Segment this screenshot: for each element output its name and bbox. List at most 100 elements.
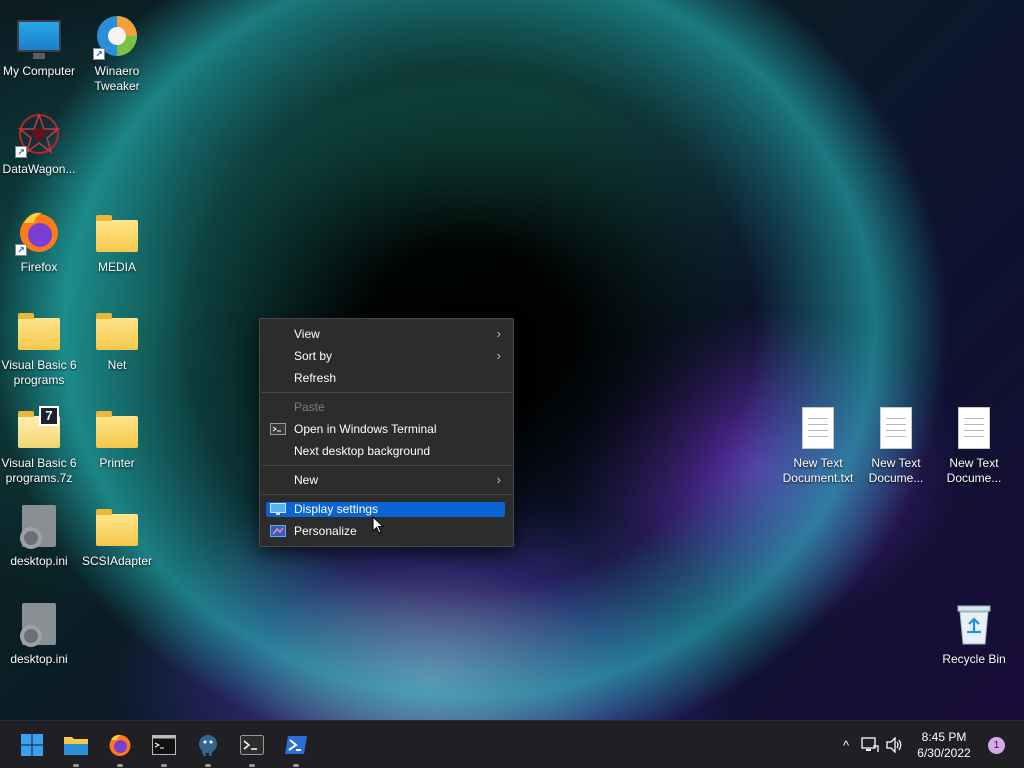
- menu-item-sort-by[interactable]: Sort by ›: [260, 345, 513, 367]
- folder-icon: [15, 306, 63, 354]
- menu-item-refresh[interactable]: Refresh: [260, 367, 513, 389]
- taskbar-clock[interactable]: 8:45 PM 6/30/2022: [912, 729, 976, 761]
- icon-label: New Text Docume...: [946, 456, 1002, 485]
- desktop-icon-desktop-ini[interactable]: desktop.ini: [0, 494, 78, 590]
- file-explorer-icon: [64, 737, 88, 755]
- icon-label: DataWagon...: [2, 162, 76, 176]
- folder-icon: [93, 404, 141, 452]
- menu-item-label: Sort by: [294, 349, 333, 363]
- text-file-icon: [794, 404, 842, 452]
- menu-item-paste: Paste: [260, 396, 513, 418]
- menu-item-label: Open in Windows Terminal: [294, 422, 437, 436]
- icon-label: desktop.ini: [10, 652, 68, 666]
- menu-item-label: Display settings: [294, 502, 379, 516]
- monitor-icon: [15, 12, 63, 60]
- icon-label: Printer: [99, 456, 135, 470]
- chevron-right-icon: ›: [496, 472, 501, 487]
- folder-icon: [93, 502, 141, 550]
- desktop-icon-printer-folder[interactable]: Printer: [78, 396, 156, 492]
- menu-separator: [262, 465, 511, 466]
- desktop-icon-new-text-document-3[interactable]: New Text Docume...: [935, 396, 1013, 492]
- desktop-icon-desktop-ini-2[interactable]: desktop.ini: [0, 592, 78, 688]
- desktop-icon-datawagon[interactable]: ↗ DataWagon...: [0, 102, 78, 198]
- taskbar-windows-terminal[interactable]: [236, 729, 268, 767]
- menu-item-label: View: [294, 327, 320, 341]
- menu-item-new[interactable]: New ›: [260, 469, 513, 491]
- recycle-bin-icon: [950, 600, 998, 648]
- icon-label: MEDIA: [97, 260, 136, 274]
- taskbar-postgresql[interactable]: [192, 729, 224, 767]
- desktop-icon-recycle-bin[interactable]: Recycle Bin: [935, 592, 1013, 688]
- running-indicator: [249, 764, 255, 767]
- icon-label: New Text Docume...: [868, 456, 924, 485]
- text-file-icon: [872, 404, 920, 452]
- desktop-icon-new-text-document-2[interactable]: New Text Docume...: [857, 396, 935, 492]
- menu-item-personalize[interactable]: Personalize: [260, 520, 513, 542]
- running-indicator: [73, 764, 79, 767]
- icon-label: Net: [107, 358, 127, 372]
- folder-icon: [93, 208, 141, 256]
- icon-label: New Text Document.txt: [782, 456, 854, 485]
- chevron-right-icon: ›: [496, 348, 501, 363]
- desktop-icon-vb6-archive[interactable]: 7 Visual Basic 6 programs.7z: [0, 396, 78, 492]
- network-icon[interactable]: [856, 721, 884, 768]
- menu-item-label: Refresh: [294, 371, 337, 385]
- terminal-icon: [240, 735, 264, 755]
- postgresql-icon: [199, 735, 217, 757]
- icon-label: SCSIAdapter: [81, 554, 153, 568]
- firefox-icon: ↗: [15, 208, 63, 256]
- windows-start-icon: [21, 734, 43, 756]
- menu-item-label: New: [294, 473, 319, 487]
- chevron-right-icon: ›: [496, 326, 501, 341]
- icon-label: desktop.ini: [10, 554, 68, 568]
- shortcut-arrow-icon: ↗: [93, 48, 105, 60]
- datawagon-icon: ↗: [15, 110, 63, 158]
- taskbar-file-explorer[interactable]: [60, 729, 92, 767]
- menu-item-label: Personalize: [294, 524, 357, 538]
- menu-item-view[interactable]: View ›: [260, 323, 513, 345]
- taskbar-firefox[interactable]: [104, 729, 136, 767]
- notification-badge[interactable]: 1: [988, 737, 1005, 754]
- powershell-icon: [285, 736, 307, 754]
- icon-label: Recycle Bin: [942, 652, 1006, 666]
- shortcut-arrow-icon: ↗: [15, 244, 27, 256]
- display-icon: [270, 503, 286, 515]
- taskbar: ^ 8:45 PM 6/30/2022 1: [0, 720, 1024, 768]
- menu-separator: [262, 392, 511, 393]
- desktop-icon-new-text-document[interactable]: New Text Document.txt: [779, 396, 857, 492]
- running-indicator: [205, 764, 211, 767]
- icon-label: My Computer: [2, 64, 76, 78]
- shortcut-arrow-icon: ↗: [15, 146, 27, 158]
- desktop-icon-vb6-programs-folder[interactable]: Visual Basic 6 programs: [0, 298, 78, 394]
- folder-icon: [93, 306, 141, 354]
- tray-overflow-chevron-up-icon[interactable]: ^: [836, 721, 856, 768]
- desktop-icon-my-computer[interactable]: My Computer: [0, 4, 78, 100]
- menu-item-display-settings[interactable]: Display settings: [260, 498, 513, 520]
- desktop-context-menu: View › Sort by › Refresh Paste Open in W…: [259, 318, 514, 547]
- desktop-icon-firefox[interactable]: ↗ Firefox: [0, 200, 78, 296]
- menu-item-next-background[interactable]: Next desktop background: [260, 440, 513, 462]
- winaero-tweaker-icon: ↗: [93, 12, 141, 60]
- desktop-icon-media-folder[interactable]: MEDIA: [78, 200, 156, 296]
- start-button[interactable]: [16, 729, 48, 761]
- desktop-icon-winaero-tweaker[interactable]: ↗ Winaero Tweaker: [78, 4, 156, 100]
- settings-file-icon: [15, 600, 63, 648]
- desktop-icon-scsiadapter-folder[interactable]: SCSIAdapter: [78, 494, 156, 590]
- running-indicator: [161, 764, 167, 767]
- mouse-cursor-icon: [372, 516, 384, 534]
- command-prompt-icon: [152, 735, 176, 755]
- desktop-icon-net-folder[interactable]: Net: [78, 298, 156, 394]
- icon-label: Visual Basic 6 programs.7z: [1, 456, 77, 485]
- settings-file-icon: [15, 502, 63, 550]
- menu-item-label: Paste: [294, 400, 325, 414]
- system-tray: ^: [836, 721, 906, 768]
- taskbar-command-prompt[interactable]: [148, 729, 180, 767]
- icon-label: Winaero Tweaker: [94, 64, 140, 93]
- personalize-icon: [270, 525, 286, 537]
- firefox-icon: [109, 734, 131, 756]
- icon-label: Firefox: [20, 260, 58, 274]
- clock-time: 8:45 PM: [921, 730, 967, 744]
- menu-item-open-in-terminal[interactable]: Open in Windows Terminal: [260, 418, 513, 440]
- volume-icon[interactable]: [884, 721, 906, 768]
- taskbar-powershell[interactable]: [280, 729, 312, 767]
